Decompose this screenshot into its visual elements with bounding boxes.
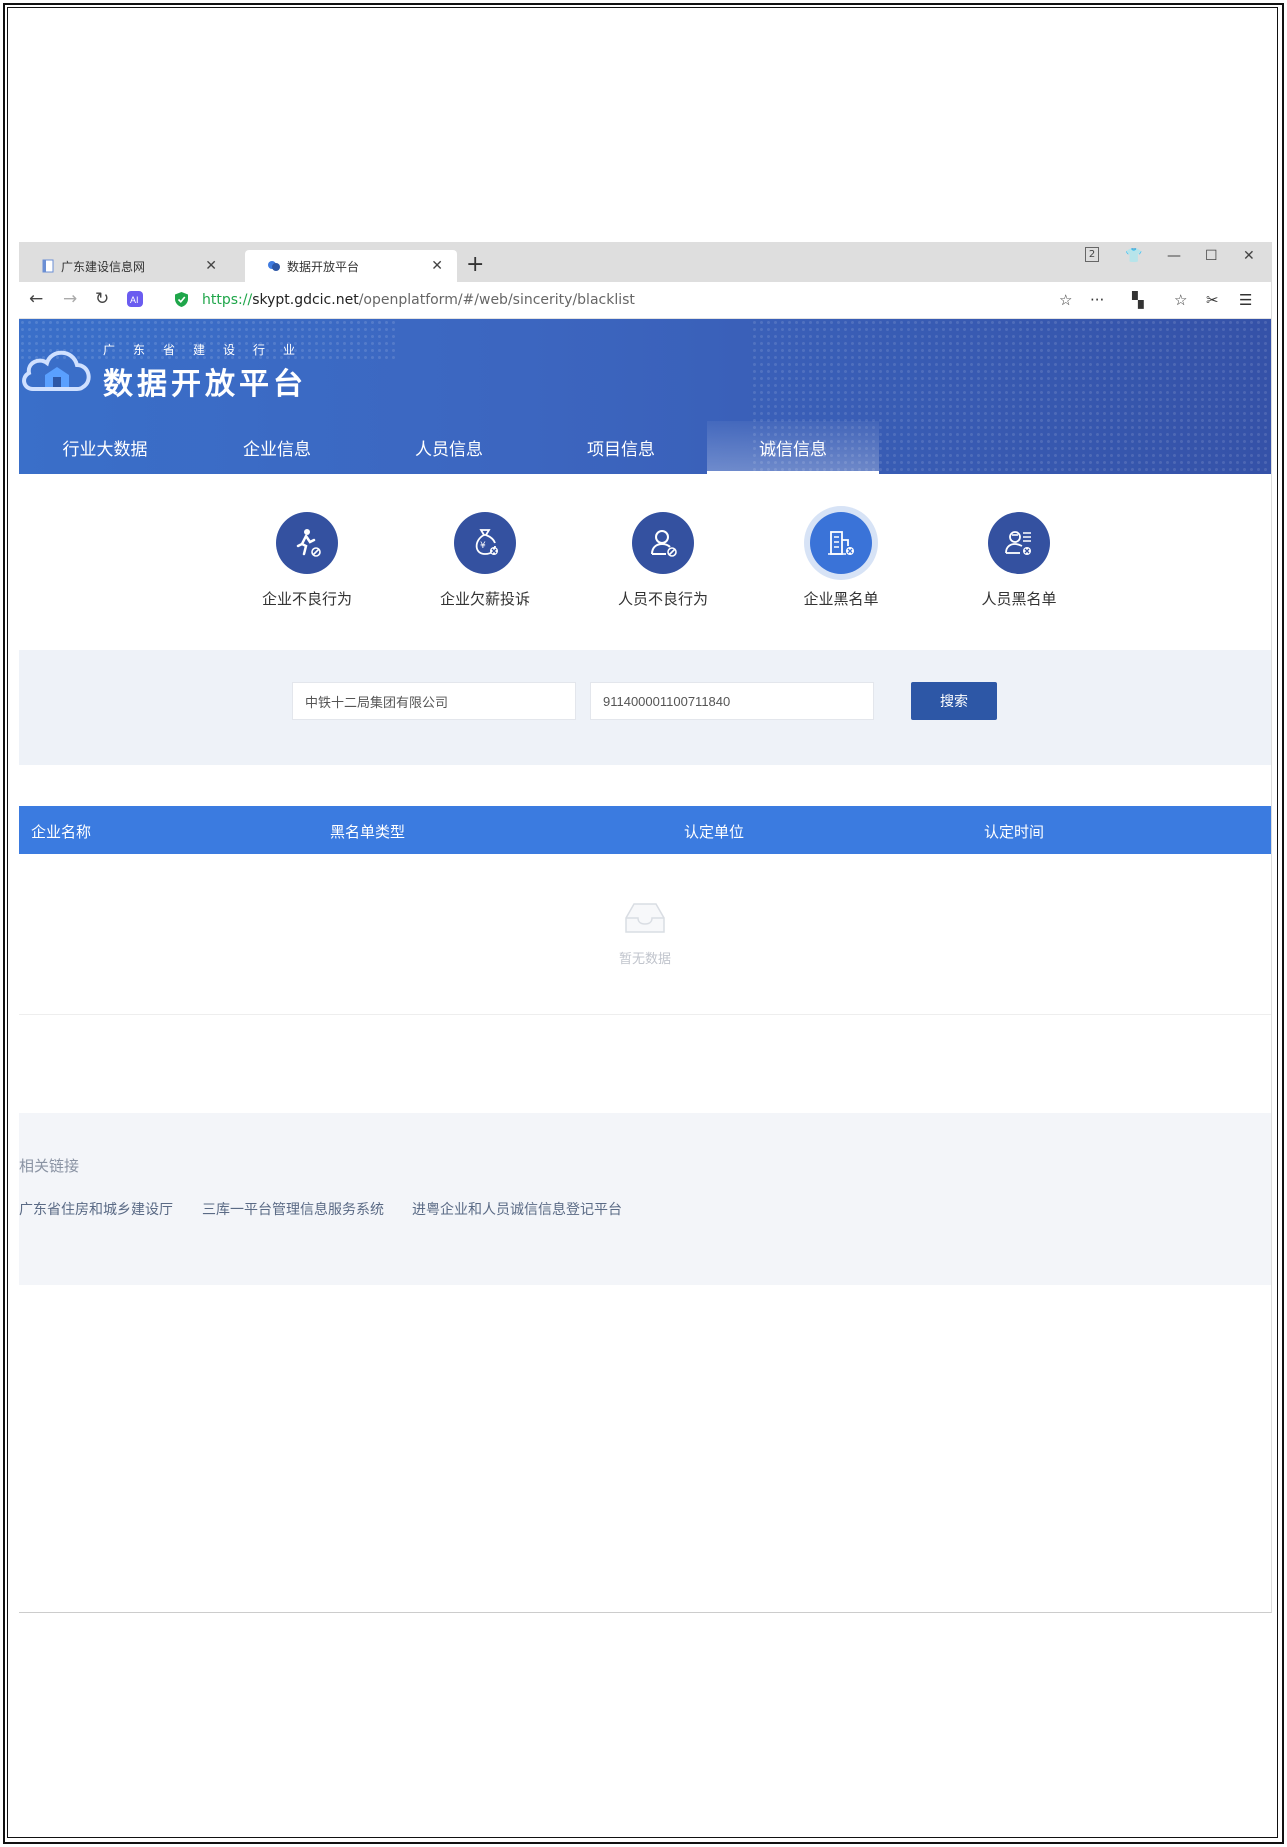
- logo-title[interactable]: 数据开放平台: [103, 359, 307, 403]
- tab-bar: 广东建设信息网 ✕ 数据开放平台 ✕ + 2 👕 — ☐ ✕: [19, 242, 1271, 282]
- ai-icon[interactable]: AI: [127, 291, 143, 311]
- browser-window: 广东建设信息网 ✕ 数据开放平台 ✕ + 2 👕 — ☐ ✕ ← → ↻ AI …: [19, 242, 1272, 1613]
- running-person-icon: [276, 512, 338, 574]
- footer-title: 相关链接: [19, 1157, 80, 1175]
- secure-shield-icon[interactable]: [174, 291, 189, 308]
- more-icon[interactable]: ···: [1090, 291, 1104, 309]
- close-icon[interactable]: ✕: [205, 258, 217, 274]
- tab-title: 广东建设信息网: [61, 259, 146, 274]
- table-header: 企业名称 黑名单类型 认定单位 认定时间: [19, 806, 1271, 854]
- address-bar-row: ← → ↻ AI https://skypt.gdcic.net/openpla…: [19, 282, 1271, 319]
- tab-gdcic[interactable]: 广东建设信息网 ✕: [19, 250, 231, 282]
- category-label: 企业不良行为: [261, 590, 352, 608]
- main-nav: 行业大数据 企业信息 人员信息 项目信息 诚信信息: [19, 421, 1271, 474]
- forward-icon[interactable]: →: [63, 290, 77, 308]
- column-issue-date: 认定时间: [984, 823, 1045, 841]
- search-panel: 搜索: [19, 650, 1271, 765]
- category-label: 人员不良行为: [617, 590, 708, 608]
- svg-text:AI: AI: [130, 295, 139, 305]
- category-company-misconduct[interactable]: 企业不良行为: [247, 512, 367, 609]
- back-icon[interactable]: ←: [29, 290, 43, 308]
- scissors-icon[interactable]: ✂: [1206, 291, 1219, 309]
- person-icon: [632, 512, 694, 574]
- skin-icon[interactable]: 👕: [1125, 248, 1142, 264]
- category-wage-complaint[interactable]: ¥ 企业欠薪投诉: [425, 512, 545, 609]
- reload-icon[interactable]: ↻: [95, 290, 109, 308]
- empty-text: 暂无数据: [618, 952, 671, 967]
- minimize-icon[interactable]: —: [1167, 248, 1181, 264]
- footer: 相关链接 广东省住房和城乡建设厅 三库一平台管理信息服务系统 进粤企业和人员诚信…: [19, 1113, 1271, 1285]
- address-bar[interactable]: https://skypt.gdcic.net/openplatform/#/w…: [202, 292, 635, 308]
- table-empty-state: 暂无数据: [19, 854, 1271, 1015]
- column-blacklist-type: 黑名单类型: [330, 823, 406, 841]
- category-personnel-blacklist[interactable]: 人员黑名单: [959, 512, 1079, 609]
- column-company-name: 企业名称: [31, 823, 92, 841]
- close-icon[interactable]: ✕: [431, 258, 443, 274]
- apps-grid-icon[interactable]: ▚: [1132, 291, 1144, 309]
- category-label: 人员黑名单: [981, 590, 1057, 608]
- menu-icon[interactable]: ☰: [1239, 291, 1252, 309]
- category-label: 企业欠薪投诉: [439, 590, 530, 608]
- logo-subtitle: 广东省建设行业: [103, 343, 314, 357]
- bookmark-star-icon[interactable]: ☆: [1059, 291, 1072, 309]
- tab-open-platform[interactable]: 数据开放平台 ✕: [245, 250, 457, 282]
- window-close-icon[interactable]: ✕: [1243, 248, 1255, 264]
- money-bag-icon: ¥: [454, 512, 516, 574]
- cloud-icon: [267, 259, 281, 273]
- favorites-icon[interactable]: ☆: [1174, 291, 1187, 309]
- url-host: skypt.gdcic.net: [252, 292, 359, 308]
- link-management-system[interactable]: 三库一平台管理信息服务系统: [202, 1199, 384, 1219]
- nav-credit-info[interactable]: 诚信信息: [707, 421, 879, 474]
- header-banner: 广东省建设行业 数据开放平台 行业大数据 企业信息 人员信息 项目信息 诚信信息: [19, 319, 1271, 474]
- maximize-icon[interactable]: ☐: [1205, 248, 1218, 264]
- nav-personnel-info[interactable]: 人员信息: [363, 421, 535, 474]
- tab-title: 数据开放平台: [287, 259, 360, 274]
- empty-tray-icon: [625, 903, 665, 933]
- category-company-blacklist[interactable]: 企业黑名单: [781, 512, 901, 609]
- column-issuing-unit: 认定单位: [684, 823, 745, 841]
- building-icon: [810, 512, 872, 574]
- link-housing-department[interactable]: 广东省住房和城乡建设厅: [19, 1199, 173, 1219]
- nav-project-info[interactable]: 项目信息: [535, 421, 707, 474]
- nav-industry-data[interactable]: 行业大数据: [19, 421, 191, 474]
- category-label: 企业黑名单: [803, 590, 879, 608]
- svg-text:¥: ¥: [480, 541, 486, 551]
- category-row: 企业不良行为 ¥ 企业欠薪投诉 人员不良行为 企业黑名单 人员黑名单: [19, 474, 1271, 650]
- nav-company-info[interactable]: 企业信息: [191, 421, 363, 474]
- search-button[interactable]: 搜索: [911, 682, 997, 720]
- window-count-badge[interactable]: 2: [1085, 247, 1099, 262]
- cloud-house-logo-icon[interactable]: [21, 343, 93, 399]
- page-icon: [41, 259, 55, 273]
- company-name-input[interactable]: [292, 682, 576, 720]
- category-personnel-misconduct[interactable]: 人员不良行为: [603, 512, 723, 609]
- credit-code-input[interactable]: [590, 682, 874, 720]
- person-list-icon: [988, 512, 1050, 574]
- link-credit-registration[interactable]: 进粤企业和人员诚信信息登记平台: [412, 1199, 622, 1219]
- url-path: /openplatform/#/web/sincerity/blacklist: [358, 292, 635, 308]
- new-tab-icon[interactable]: +: [466, 254, 484, 276]
- url-scheme: https://: [202, 292, 253, 308]
